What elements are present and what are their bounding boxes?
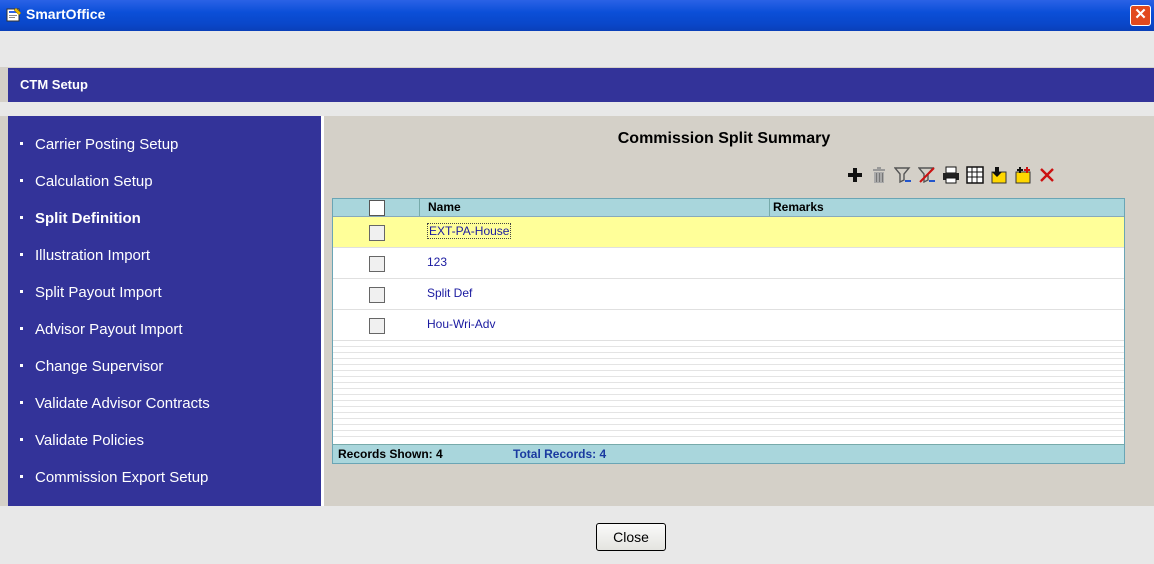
sidebar-item-label: Illustration Import bbox=[35, 247, 151, 264]
bullet-icon bbox=[20, 474, 23, 478]
sidebar-item-label: Split Payout Import bbox=[35, 284, 162, 301]
app-icon bbox=[6, 7, 22, 22]
total-records: Total Records: 4 bbox=[513, 447, 607, 461]
filter-icon[interactable] bbox=[894, 166, 912, 184]
sidebar-item-illustration-import[interactable]: Illustration Import bbox=[20, 247, 150, 264]
bullet-icon bbox=[20, 178, 23, 182]
page-title: Commission Split Summary bbox=[617, 130, 831, 147]
grid-header: Name Remarks bbox=[333, 199, 1124, 217]
grid-footer: Records Shown: 4 Total Records: 4 bbox=[333, 444, 1124, 463]
sidebar-item-label: Carrier Posting Setup bbox=[35, 136, 179, 153]
sidebar-item-label: Commission Export Setup bbox=[35, 469, 209, 486]
footer-bar: Close bbox=[0, 506, 1154, 564]
main-panel: Commission Split Summary Name Remarks EX… bbox=[324, 116, 1154, 506]
row-name-link[interactable]: EXT-PA-House bbox=[427, 223, 512, 239]
table-row[interactable]: Hou-Wri-Adv bbox=[333, 310, 1124, 341]
sidebar-item-label: Advisor Payout Import bbox=[35, 321, 183, 338]
row-checkbox[interactable] bbox=[369, 256, 385, 272]
columns-icon[interactable] bbox=[966, 166, 984, 184]
sidebar-item-label: Split Definition bbox=[35, 210, 141, 227]
table-row[interactable]: 123 bbox=[333, 248, 1124, 279]
bullet-icon bbox=[20, 326, 23, 330]
row-name-link[interactable]: Hou-Wri-Adv bbox=[427, 317, 495, 331]
table-row[interactable]: Split Def bbox=[333, 279, 1124, 310]
bullet-icon bbox=[20, 141, 23, 145]
clear-filter-icon[interactable] bbox=[918, 166, 936, 184]
sidebar-item-change-supervisor[interactable]: Change Supervisor bbox=[20, 358, 163, 375]
bullet-icon bbox=[20, 400, 23, 404]
records-shown: Records Shown: 4 bbox=[338, 447, 443, 461]
column-header-remarks[interactable]: Remarks bbox=[773, 200, 824, 214]
sidebar-item-label: Change Supervisor bbox=[35, 358, 164, 375]
sidebar-item-label: Validate Advisor Contracts bbox=[35, 395, 210, 412]
bullet-icon bbox=[20, 252, 23, 256]
split-summary-grid: Name Remarks EXT-PA-House 123 Split Def … bbox=[332, 198, 1125, 464]
empty-grid-area bbox=[333, 341, 1124, 441]
row-checkbox[interactable] bbox=[369, 287, 385, 303]
window-title: SmartOffice bbox=[26, 6, 106, 22]
sidebar-item-carrier-posting-setup[interactable]: Carrier Posting Setup bbox=[20, 136, 178, 153]
select-all-checkbox[interactable] bbox=[369, 200, 385, 216]
import-icon[interactable] bbox=[1014, 166, 1032, 184]
bullet-icon bbox=[20, 215, 23, 219]
bullet-icon bbox=[20, 289, 23, 293]
column-divider bbox=[419, 199, 420, 216]
sidebar-item-advisor-payout-import[interactable]: Advisor Payout Import bbox=[20, 321, 183, 338]
sidebar-item-validate-advisor-contracts[interactable]: Validate Advisor Contracts bbox=[20, 395, 210, 412]
print-icon[interactable] bbox=[942, 166, 960, 184]
window-titlebar: SmartOffice ✕ bbox=[0, 0, 1154, 31]
bullet-icon bbox=[20, 437, 23, 441]
section-header: CTM Setup bbox=[8, 68, 1154, 102]
section-title: CTM Setup bbox=[20, 77, 88, 92]
sidebar-item-label: Calculation Setup bbox=[35, 173, 153, 190]
sidebar-item-label: Validate Policies bbox=[35, 432, 144, 449]
sidebar-item-calculation-setup[interactable]: Calculation Setup bbox=[20, 173, 153, 190]
sidebar-item-commission-export-setup[interactable]: Commission Export Setup bbox=[20, 469, 208, 486]
add-icon[interactable] bbox=[846, 166, 864, 184]
table-row[interactable]: EXT-PA-House bbox=[333, 217, 1124, 248]
sidebar-item-split-definition[interactable]: Split Definition bbox=[20, 210, 141, 227]
row-name-link[interactable]: Split Def bbox=[427, 286, 472, 300]
export-icon[interactable] bbox=[990, 166, 1008, 184]
close-button[interactable]: Close bbox=[596, 523, 666, 551]
column-divider bbox=[769, 199, 770, 216]
close-icon[interactable] bbox=[1038, 166, 1056, 184]
toolbar-strip bbox=[0, 31, 1154, 67]
column-header-name[interactable]: Name bbox=[428, 200, 461, 214]
bullet-icon bbox=[20, 363, 23, 367]
row-checkbox[interactable] bbox=[369, 318, 385, 334]
sidebar-item-validate-policies[interactable]: Validate Policies bbox=[20, 432, 144, 449]
sidebar-nav: Carrier Posting Setup Calculation Setup … bbox=[8, 116, 321, 506]
row-name-link[interactable]: 123 bbox=[427, 255, 447, 269]
window-close-button[interactable]: ✕ bbox=[1130, 5, 1151, 26]
close-icon: ✕ bbox=[1134, 6, 1147, 23]
grid-toolbar bbox=[846, 164, 1056, 186]
row-checkbox[interactable] bbox=[369, 225, 385, 241]
spacer bbox=[0, 102, 1154, 116]
delete-icon[interactable] bbox=[870, 166, 888, 184]
sidebar-item-split-payout-import[interactable]: Split Payout Import bbox=[20, 284, 162, 301]
